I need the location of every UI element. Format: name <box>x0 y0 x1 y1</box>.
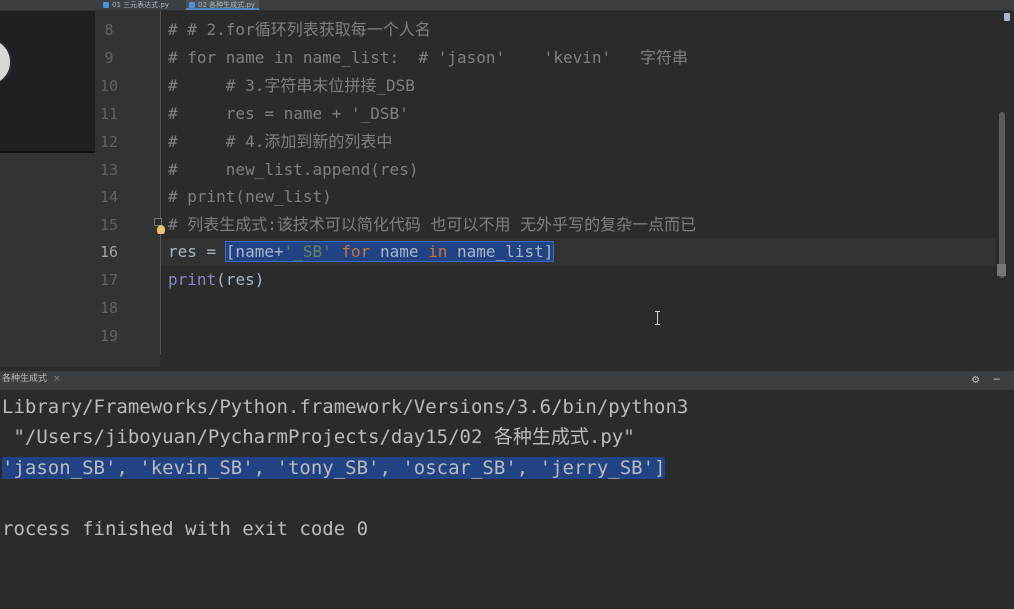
line-number: 19 <box>99 327 119 345</box>
console-output-line: rocess finished with exit code 0 <box>2 518 369 540</box>
side-tool-window-strip[interactable] <box>1006 30 1014 110</box>
code-line-comment[interactable]: # new_list.append(res) <box>168 156 418 184</box>
minimize-icon[interactable]: − <box>993 370 1000 389</box>
line-number: 12 <box>99 133 119 151</box>
code-line-comment[interactable]: # # 4.添加到新的列表中 <box>168 128 392 156</box>
scroll-marker <box>997 264 1006 276</box>
selected-output: 'jason_SB', 'kevin_SB', 'tony_SB', 'osca… <box>2 457 666 479</box>
keyword-in: in <box>428 242 448 261</box>
line-number: 9 <box>104 49 114 67</box>
string-literal: '_SB' <box>283 242 332 261</box>
selected-expression: [name+'_SB' for name in name_list] <box>224 241 555 262</box>
close-icon[interactable]: × <box>53 370 61 389</box>
console-output-line: "/Users/jiboyuan/PycharmProjects/day15/0… <box>2 426 635 448</box>
line-number: 11 <box>99 105 119 123</box>
gutter-divider <box>160 11 161 355</box>
line-number: 10 <box>99 77 119 95</box>
lightbulb-icon[interactable] <box>157 225 165 234</box>
inspection-ok-icon[interactable] <box>1004 13 1010 21</box>
line-number-current: 16 <box>99 243 119 261</box>
console-output-line: 'jason_SB', 'kevin_SB', 'tony_SB', 'osca… <box>2 453 666 483</box>
line-number: 15 <box>99 216 119 234</box>
line-number: 18 <box>99 299 119 317</box>
tab-label: 02 各种生成式.py <box>198 1 255 9</box>
code-line-comment[interactable]: # for name in name_list: # 'jason' 'kevi… <box>168 44 688 72</box>
line-number: 8 <box>104 21 114 39</box>
run-tab[interactable]: 各种生成式 <box>0 370 47 389</box>
python-file-icon <box>103 2 109 8</box>
code-token: [name+ <box>225 242 284 261</box>
tab-label: 01 三元表达式.py <box>112 1 169 9</box>
code-line-comment[interactable]: # 列表生成式:该技术可以简化代码 也可以不用 无外乎写的复杂一点而已 <box>168 211 696 239</box>
tab-three-way-expression[interactable]: 01 三元表达式.py <box>100 0 173 10</box>
text-cursor-icon <box>655 311 660 325</box>
gear-icon[interactable]: ⚙ <box>972 370 979 389</box>
builtin-print: print <box>168 270 217 289</box>
code-token: name_list] <box>447 242 554 261</box>
code-line-print[interactable]: print(res) <box>168 266 264 294</box>
line-number: 14 <box>99 188 119 206</box>
line-number: 13 <box>99 161 119 179</box>
code-token: res = <box>168 242 226 261</box>
code-line-list-comprehension[interactable]: res = [name+'_SB' for name in name_list] <box>168 238 555 266</box>
webcam-overlay <box>0 11 95 153</box>
python-file-icon <box>189 2 195 8</box>
editor-scrollbar[interactable] <box>999 112 1005 278</box>
code-line-comment[interactable]: # # 2.for循环列表获取每一个人名 <box>168 16 431 44</box>
code-line-comment[interactable]: # # 3.字符串末位拼接_DSB <box>168 72 415 100</box>
code-token: name <box>370 242 429 261</box>
code-token: (res) <box>216 270 265 289</box>
line-number: 17 <box>99 271 119 289</box>
tab-generators[interactable]: 02 各种生成式.py <box>186 0 259 10</box>
avatar <box>0 37 12 87</box>
run-panel-header <box>0 370 1014 390</box>
console-output-line: Library/Frameworks/Python.framework/Vers… <box>2 396 689 418</box>
code-line-comment[interactable]: # print(new_list) <box>168 183 332 211</box>
keyword-for: for <box>341 242 371 261</box>
code-line-comment[interactable]: # res = name + '_DSB' <box>168 100 409 128</box>
